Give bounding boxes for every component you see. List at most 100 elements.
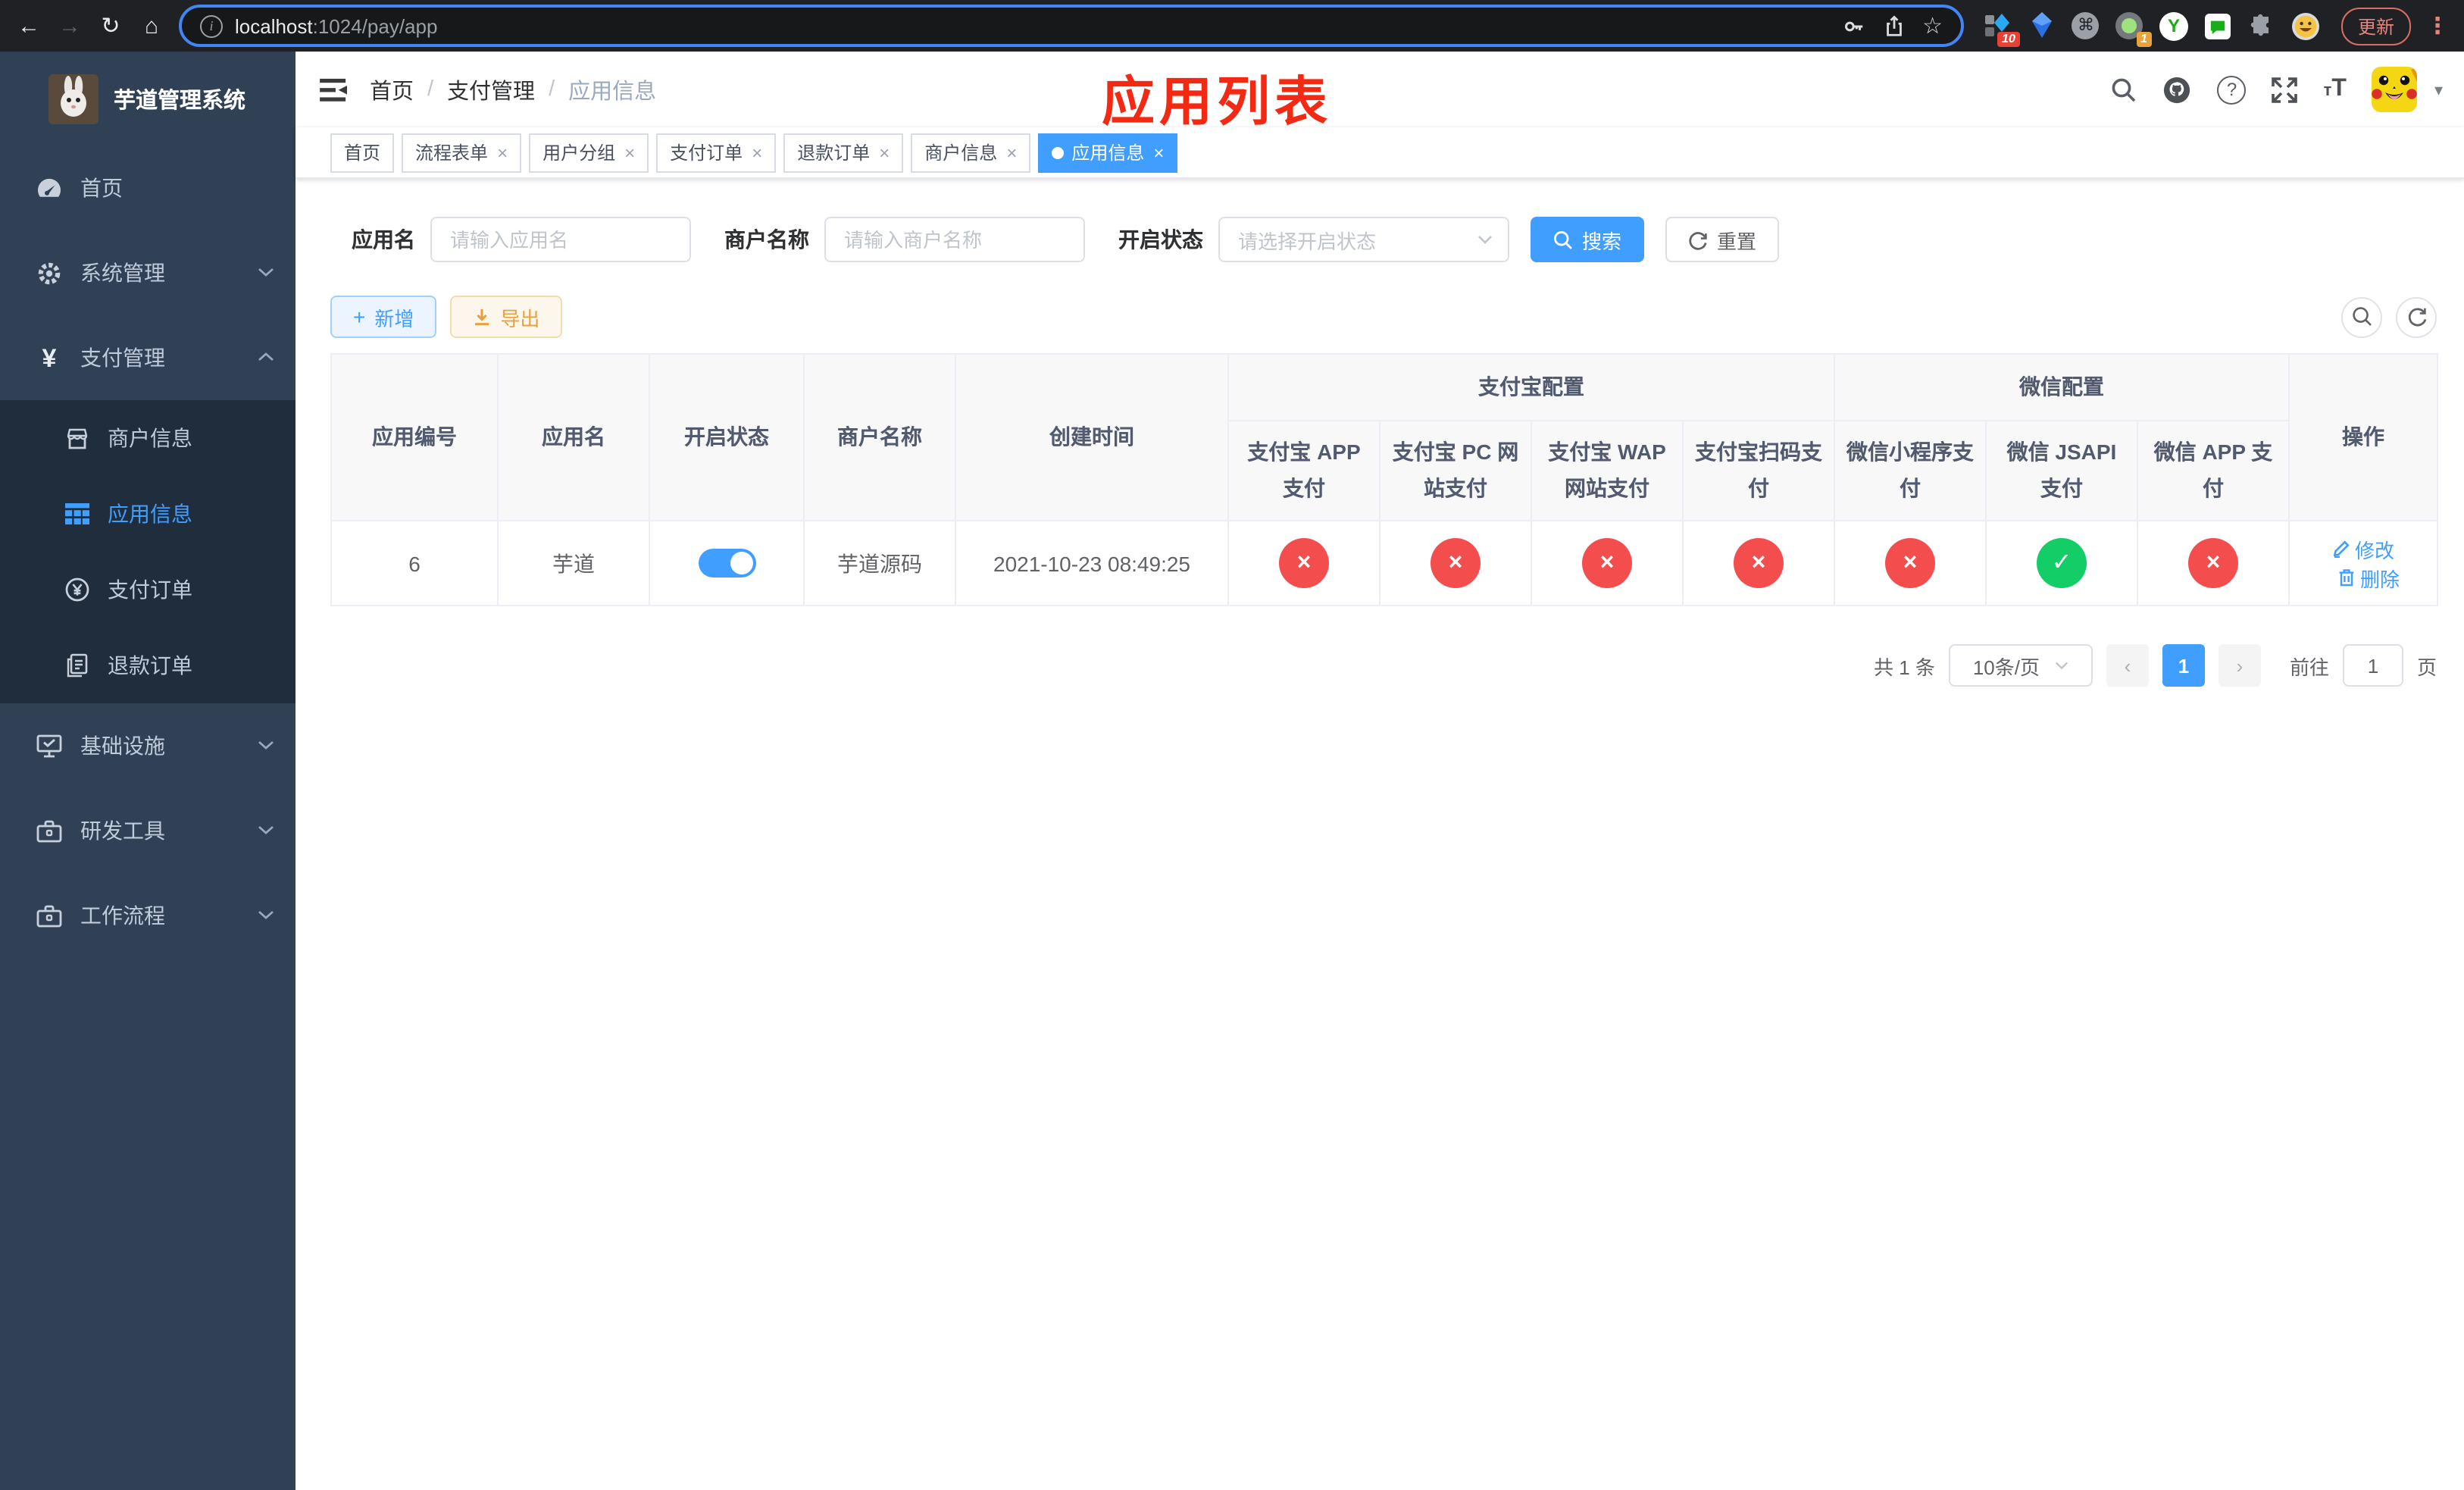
sidebar-item-label: 研发工具: [80, 819, 165, 843]
tag[interactable]: 应用信息 ×: [1038, 133, 1178, 172]
extension-badge: 10: [1997, 31, 2020, 46]
reset-button[interactable]: 重置: [1665, 217, 1780, 262]
cell-app-id: 6: [330, 520, 499, 606]
tag[interactable]: 商户信息 ×: [911, 133, 1031, 172]
channel-status-icon[interactable]: ×: [1885, 538, 1935, 588]
status-toggle[interactable]: [698, 549, 755, 578]
tag-label: 流程表单: [415, 142, 489, 164]
fullscreen-icon[interactable]: [2272, 77, 2298, 102]
sidebar-item-label: 退款订单: [108, 653, 192, 678]
tag[interactable]: 流程表单 ×: [402, 133, 522, 172]
share-icon[interactable]: [1883, 14, 1904, 37]
breadcrumb-home[interactable]: 首页: [370, 74, 414, 105]
channel-status-icon[interactable]: ×: [1279, 538, 1329, 588]
channel-status-icon[interactable]: ×: [2188, 538, 2238, 588]
sidebar-item-workflow[interactable]: 工作流程: [0, 873, 295, 958]
sidebar-item-system[interactable]: 系统管理: [0, 230, 295, 315]
sidebar-item-home[interactable]: 首页: [0, 146, 295, 230]
chevron-down-icon: [258, 825, 274, 835]
channel-status-icon[interactable]: ×: [1734, 538, 1784, 588]
sidebar-item-refund-order[interactable]: 退款订单: [0, 628, 295, 703]
chevron-down-icon: [2055, 662, 2068, 670]
tag[interactable]: 退款订单 ×: [783, 133, 904, 172]
browser-forward-icon[interactable]: →: [56, 14, 83, 37]
refresh-table-button[interactable]: [2396, 296, 2437, 337]
browser-back-icon[interactable]: ←: [15, 14, 42, 37]
sidebar-item-payment[interactable]: ¥ 支付管理: [0, 315, 295, 400]
extension-record-icon[interactable]: 1: [2115, 11, 2152, 46]
merchant-name-input[interactable]: [824, 217, 1085, 262]
tag-close-icon[interactable]: ×: [1006, 142, 1017, 163]
font-size-icon[interactable]: тT: [2324, 76, 2347, 103]
extension-gem-icon[interactable]: [2028, 11, 2056, 40]
extension-y-icon[interactable]: Y: [2159, 11, 2188, 40]
address-bar[interactable]: i localhost:1024/pay/app ☆: [179, 5, 1964, 47]
sidebar-item-pay-order[interactable]: 支付订单: [0, 552, 295, 628]
breadcrumb-payment[interactable]: 支付管理: [447, 74, 535, 105]
sidebar-item-infrastructure[interactable]: 基础设施: [0, 703, 295, 788]
tag-close-icon[interactable]: ×: [1153, 142, 1164, 163]
browser-update-button[interactable]: 更新: [2340, 7, 2411, 45]
collapse-sidebar-icon[interactable]: [320, 77, 349, 102]
url-text[interactable]: localhost:1024/pay/app: [235, 14, 1830, 37]
page-size-select[interactable]: 10条/页: [1948, 644, 2093, 687]
user-avatar[interactable]: [2372, 67, 2418, 112]
browser-menu-icon[interactable]: ⋮: [2426, 12, 2449, 39]
delete-link[interactable]: 删除: [2339, 563, 2400, 592]
status-select-placeholder: 请选择开启状态: [1238, 230, 1377, 252]
yen-icon: ¥: [42, 343, 57, 372]
github-icon[interactable]: [2163, 75, 2192, 104]
group-alipay-config: 支付宝配置: [1227, 353, 1835, 421]
sidebar-item-dev-tools[interactable]: 研发工具: [0, 788, 295, 873]
app-title: 芋道管理系统: [114, 89, 245, 113]
password-key-icon[interactable]: [1842, 14, 1865, 37]
pencil-icon: [2333, 540, 2350, 558]
search-icon[interactable]: [2112, 77, 2137, 102]
extension-command-icon[interactable]: ⌘: [2072, 11, 2100, 40]
sidebar-item-merchant-info[interactable]: 商户信息: [0, 400, 295, 476]
tag-label: 商户信息: [924, 142, 998, 164]
current-page[interactable]: 1: [2162, 644, 2205, 687]
tag-close-icon[interactable]: ×: [497, 142, 508, 163]
edit-link[interactable]: 修改: [2332, 534, 2394, 563]
browser-home-icon[interactable]: ⌂: [138, 14, 165, 37]
tag-close-icon[interactable]: ×: [752, 142, 762, 163]
status-select[interactable]: 请选择开启状态: [1218, 217, 1509, 262]
col-app-id: 应用编号: [330, 353, 499, 521]
chevron-down-icon: [258, 909, 274, 920]
channel-status-icon[interactable]: ×: [1582, 538, 1632, 588]
breadcrumb-separator: /: [549, 77, 555, 102]
avatar-caret-icon[interactable]: ▾: [2434, 80, 2443, 99]
prev-page-button[interactable]: ‹: [2106, 644, 2149, 687]
extension-blocks-icon[interactable]: 10: [1984, 11, 2020, 46]
channel-status-icon[interactable]: ✓: [2037, 538, 2087, 588]
plus-icon: +: [353, 305, 366, 329]
tag[interactable]: 用户分组 ×: [529, 133, 649, 172]
profile-emoji-icon[interactable]: [2291, 11, 2320, 40]
site-info-icon[interactable]: i: [200, 14, 223, 37]
refresh-icon: [1689, 231, 1707, 249]
add-button[interactable]: + 新增: [330, 296, 437, 338]
col-wechat-mini: 微信小程序支付: [1834, 420, 1987, 521]
tag[interactable]: 首页: [330, 133, 395, 172]
sidebar-logo-row[interactable]: 芋道管理系统: [0, 52, 295, 136]
search-button[interactable]: 搜索: [1531, 217, 1645, 262]
screen: ← → ↻ ⌂ i localhost:1024/pay/app ☆ 10 ⌘ …: [0, 0, 2464, 1490]
tag[interactable]: 支付订单 ×: [656, 133, 777, 172]
app-name-input[interactable]: [430, 217, 691, 262]
export-button[interactable]: 导出: [450, 296, 563, 338]
channel-status-icon[interactable]: ×: [1431, 538, 1481, 588]
browser-reload-icon[interactable]: ↻: [97, 14, 124, 37]
extension-chat-icon[interactable]: [2203, 11, 2232, 40]
goto-page-input[interactable]: [2342, 644, 2403, 687]
bookmark-star-icon[interactable]: ☆: [1922, 14, 1943, 37]
tag-close-icon[interactable]: ×: [624, 142, 635, 163]
tag-close-icon[interactable]: ×: [879, 142, 890, 163]
toggle-search-button[interactable]: [2341, 296, 2382, 337]
sidebar-item-app-info[interactable]: 应用信息: [0, 476, 295, 552]
next-page-button[interactable]: ›: [2218, 644, 2261, 687]
extensions-puzzle-icon[interactable]: [2247, 11, 2276, 40]
page-content: 应用名 商户名称 开启状态 请选择开启状态 搜索 重置: [295, 179, 2464, 1490]
col-alipay-wap: 支付宝 WAP 网站支付: [1531, 420, 1684, 521]
help-icon[interactable]: ?: [2217, 75, 2247, 104]
